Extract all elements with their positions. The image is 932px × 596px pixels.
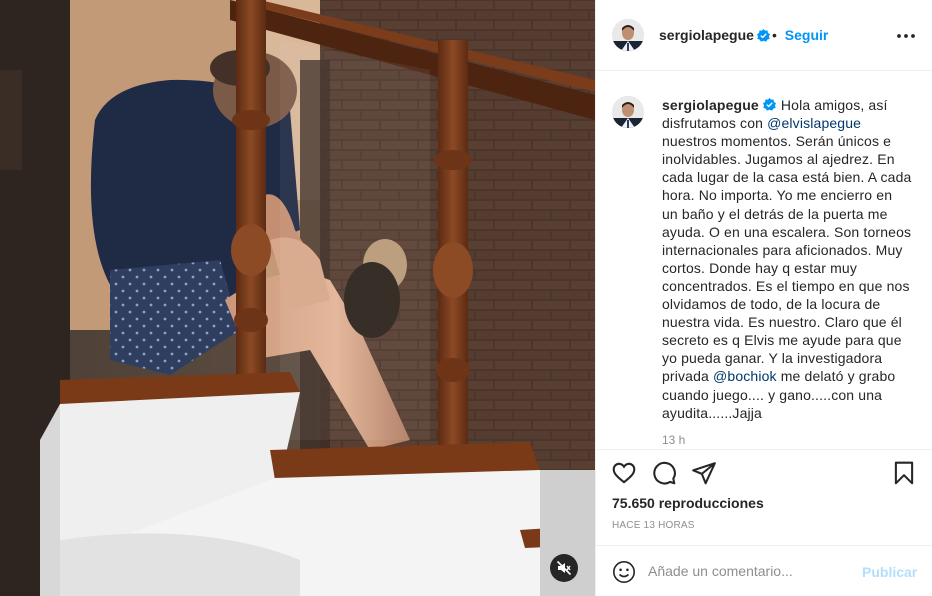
mute-toggle-button[interactable] [550,554,578,582]
caption-text: nuestros momentos. Serán únicos e inolvi… [662,133,912,385]
comment-input[interactable] [648,559,858,583]
follow-separator: • [772,27,777,43]
profile-photo [612,96,644,128]
video-frame-image [0,0,595,596]
post-caption: sergiolapegue Hola amigos, así disfrutamo… [662,96,912,422]
bookmark-icon[interactable] [891,460,917,486]
comment-bubble-icon[interactable] [651,460,677,486]
verified-badge-icon [762,98,776,111]
post-video[interactable] [0,0,595,596]
caption-timestamp[interactable]: 13 h [662,433,685,447]
emoji-icon[interactable] [612,560,636,584]
mention-link[interactable]: @bochiok [713,368,777,384]
post-side-panel: sergiolapegue • Seguir sergiolapegue Hol… [595,0,932,596]
paper-plane-icon[interactable] [691,460,717,486]
speaker-muted-icon [556,560,572,576]
avatar[interactable] [612,96,644,128]
heart-icon[interactable] [611,460,637,486]
comments-section: sergiolapegue Hola amigos, así disfrutamo… [596,71,932,449]
verified-badge-icon [757,29,770,42]
post-timestamp[interactable]: Hace 13 horas [612,520,695,531]
publish-button[interactable]: Publicar [862,564,917,580]
post-header: sergiolapegue • Seguir [596,0,932,71]
instagram-post-modal: sergiolapegue • Seguir sergiolapegue Hol… [0,0,932,596]
profile-photo [612,19,644,51]
more-options-icon[interactable] [896,33,916,39]
mention-link[interactable]: @elvislapegue [767,115,861,131]
add-comment-bar: Publicar [596,545,932,596]
header-username[interactable]: sergiolapegue [659,27,754,43]
post-actions: 75.650 reproducciones Hace 13 horas [596,449,932,545]
avatar[interactable] [612,19,644,51]
views-count[interactable]: 75.650 reproducciones [612,495,764,511]
caption-username[interactable]: sergiolapegue [662,97,759,113]
follow-area: • Seguir [772,27,828,43]
follow-button[interactable]: Seguir [785,27,829,43]
